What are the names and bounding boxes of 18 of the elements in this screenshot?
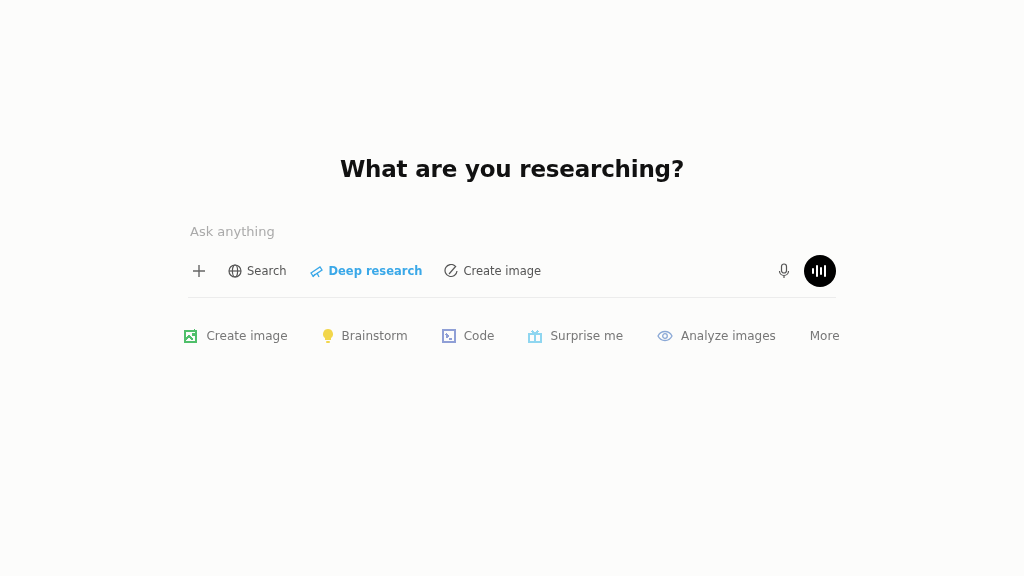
- input-field[interactable]: Ask anything: [188, 216, 836, 247]
- suggestion-chip[interactable]: Brainstorm: [319, 326, 410, 346]
- globe-icon: [228, 264, 242, 278]
- suggestion-chip[interactable]: More: [807, 326, 842, 346]
- voice-button[interactable]: [804, 255, 836, 287]
- telescope-icon: [308, 264, 324, 278]
- heading: What are you researching?: [339, 156, 685, 182]
- sound-wave-icon: [811, 264, 829, 278]
- suggestion-chip[interactable]: Analyze images: [655, 326, 778, 346]
- microphone-icon[interactable]: [778, 263, 790, 279]
- create-image-button[interactable]: Create image: [440, 260, 546, 282]
- suggestion-chip[interactable]: Create image: [182, 326, 290, 346]
- suggestion-chip[interactable]: Code: [439, 326, 497, 346]
- suggestion-chip[interactable]: Surprise me: [526, 326, 626, 346]
- plus-icon: [192, 264, 206, 278]
- brush-icon: [444, 264, 459, 278]
- search-button[interactable]: Search: [224, 260, 291, 282]
- deep-research-button[interactable]: Deep research: [304, 260, 427, 282]
